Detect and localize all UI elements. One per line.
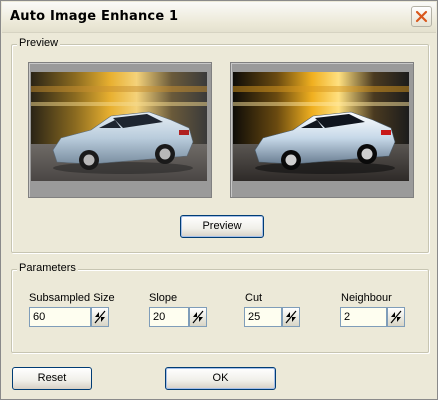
neighbour-spin-button[interactable] xyxy=(387,307,405,327)
neighbour-input[interactable]: 2 xyxy=(340,307,387,327)
slope-spin-button[interactable] xyxy=(189,307,207,327)
reset-button[interactable]: Reset xyxy=(12,367,92,390)
preview-button[interactable]: Preview xyxy=(180,215,264,238)
original-preview-pane xyxy=(28,62,212,198)
slope-label: Slope xyxy=(149,292,178,304)
neighbour-field: 2 xyxy=(340,307,405,327)
subsampled-size-label: Subsampled Size xyxy=(29,292,115,304)
preview-group: Preview Preview xyxy=(11,37,429,253)
parameters-group-label: Parameters xyxy=(17,262,78,274)
ok-button[interactable]: OK xyxy=(165,367,276,390)
enhanced-preview-pane xyxy=(230,62,414,198)
cut-input[interactable]: 25 xyxy=(244,307,282,327)
subsampled-size-field: 60 xyxy=(29,307,109,327)
title-bar[interactable]: Auto Image Enhance 1 xyxy=(2,2,436,33)
ok-button-label: OK xyxy=(212,372,229,384)
original-car-image xyxy=(31,72,207,181)
slope-field: 20 xyxy=(149,307,207,327)
subsampled-size-spin-button[interactable] xyxy=(91,307,109,327)
reset-button-label: Reset xyxy=(37,372,67,384)
window-title: Auto Image Enhance 1 xyxy=(10,9,179,24)
close-button[interactable] xyxy=(411,6,432,27)
cut-field: 25 xyxy=(244,307,300,327)
slope-input[interactable]: 20 xyxy=(149,307,189,327)
preview-group-label: Preview xyxy=(17,37,61,49)
cut-spin-button[interactable] xyxy=(282,307,300,327)
parameters-group: Parameters Subsampled Size 60 Slope 20 C… xyxy=(11,262,429,353)
cut-label: Cut xyxy=(245,292,263,304)
neighbour-label: Neighbour xyxy=(341,292,392,304)
preview-button-label: Preview xyxy=(202,220,242,232)
dialog-window: Auto Image Enhance 1 Preview Preview Par… xyxy=(0,0,438,400)
subsampled-size-input[interactable]: 60 xyxy=(29,307,91,327)
enhanced-car-image xyxy=(233,72,409,181)
